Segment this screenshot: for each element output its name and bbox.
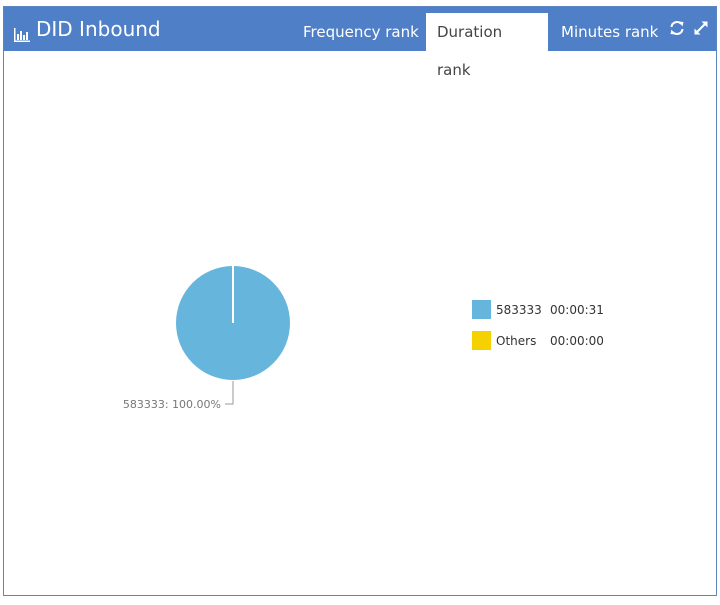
legend-value: 00:00:00 xyxy=(550,334,604,348)
panel-header: DID Inbound Frequency rank Duration rank… xyxy=(4,7,716,79)
did-inbound-panel: DID Inbound Frequency rank Duration rank… xyxy=(3,6,717,596)
tab-minutes-rank[interactable]: Minutes rank xyxy=(550,13,669,51)
pie-slice-label: 583333: 100.00% xyxy=(123,398,221,411)
bar-chart-icon xyxy=(14,22,30,42)
panel-title: DID Inbound xyxy=(14,16,161,42)
legend-label: 583333 xyxy=(496,303,542,317)
legend-item-583333[interactable]: 583333 00:00:31 xyxy=(472,300,622,331)
legend-swatch-583333 xyxy=(472,300,491,319)
legend-swatch-others xyxy=(472,331,491,350)
pie-label-leader xyxy=(225,381,234,405)
legend-item-others[interactable]: Others 00:00:00 xyxy=(472,331,622,362)
tab-duration-rank[interactable]: Duration rank xyxy=(426,13,548,79)
legend-label: Others xyxy=(496,334,537,348)
expand-icon[interactable] xyxy=(692,19,710,37)
refresh-icon[interactable] xyxy=(668,19,686,37)
tab-frequency-rank[interactable]: Frequency rank xyxy=(292,13,430,51)
chart-legend: 583333 00:00:31 Others 00:00:00 xyxy=(472,300,622,362)
legend-value: 00:00:31 xyxy=(550,303,604,317)
panel-title-text: DID Inbound xyxy=(36,17,161,41)
chart-area: 583333: 100.00% 583333 00:00:31 Others 0… xyxy=(4,51,716,595)
